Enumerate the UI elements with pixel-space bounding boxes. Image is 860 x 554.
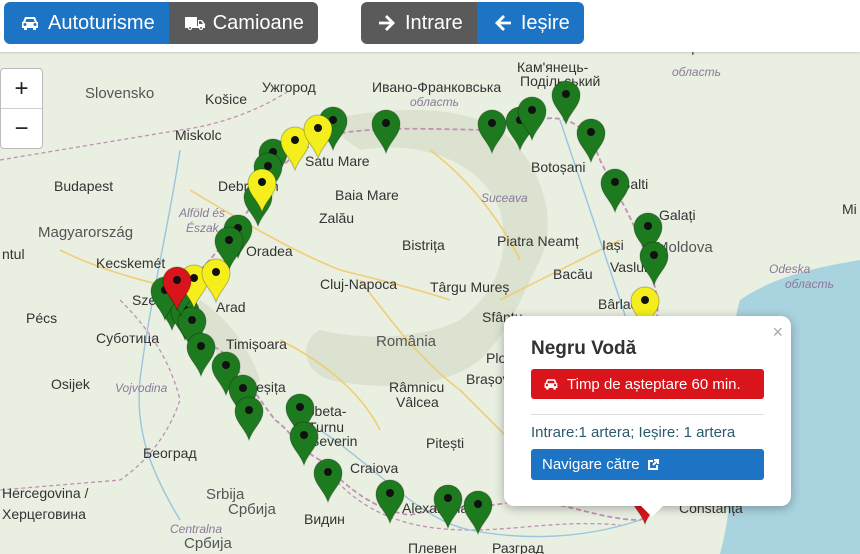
map-label: Pécs — [26, 310, 57, 326]
map-label: Bistrița — [402, 237, 445, 253]
zoom-in-button[interactable]: + — [1, 69, 42, 108]
map-label: Košice — [205, 91, 247, 107]
trucks-button[interactable]: Camioane — [168, 2, 318, 44]
map-label: Ивано-Франковська — [372, 79, 501, 95]
arrow-right-icon — [379, 15, 395, 31]
wait-time-badge: Timp de așteptare 60 min. — [531, 369, 764, 399]
map-label: Észak — [186, 220, 220, 235]
map-label: Субoтица — [96, 330, 159, 346]
map-label: Плевен — [408, 540, 457, 554]
map-label: Oradea — [246, 243, 293, 259]
map-label: Mi — [842, 201, 857, 217]
map-label: область — [785, 277, 834, 291]
map-label: Београд — [143, 445, 197, 461]
map-label: Râmnicu — [389, 379, 444, 395]
external-link-icon — [647, 458, 659, 470]
vehicle-toggle: Autoturisme Camioane — [4, 2, 318, 44]
map-label: Odeska — [769, 262, 811, 276]
map-label: Hercegovina / — [2, 485, 88, 501]
map-label: Vâlcea — [396, 394, 439, 410]
map-label: Osijek — [51, 376, 91, 392]
map-label: ntul — [2, 246, 25, 262]
zoom-control: + − — [0, 68, 43, 149]
map-label: Satu Mare — [305, 153, 370, 169]
close-icon[interactable]: × — [772, 322, 783, 343]
map-label: область — [410, 95, 459, 109]
map-label: область — [672, 65, 721, 79]
map-label: Galați — [659, 207, 696, 223]
entry-button[interactable]: Intrare — [361, 2, 477, 44]
car-icon — [544, 379, 558, 390]
map-label: Pitești — [426, 435, 464, 451]
zoom-out-button[interactable]: − — [1, 108, 42, 148]
map-label: Botoșani — [531, 159, 585, 175]
map-label: Miskolc — [175, 127, 222, 143]
map-label: Craiova — [350, 460, 398, 476]
truck-icon — [184, 17, 205, 30]
entry-label: Intrare — [405, 11, 463, 34]
map-label: Piatra Neamț — [497, 233, 579, 249]
map-label: Разград — [492, 540, 544, 554]
trucks-label: Camioane — [212, 11, 304, 34]
arrow-left-icon — [494, 15, 511, 31]
crossing-popup: × Negru Vodă Timp de așteptare 60 min. I… — [504, 316, 791, 517]
map-label: Iași — [602, 237, 624, 253]
navigate-label: Navigare către — [542, 456, 640, 473]
map-label: Suceava — [481, 191, 528, 205]
map-label: Timișoara — [226, 336, 287, 352]
map-label: Târgu Mureș — [430, 279, 509, 295]
lanes-info: Intrare:1 artera; Ieșire: 1 artera — [531, 424, 736, 441]
exit-label: Ieșire — [520, 11, 570, 34]
map-label: Slovensko — [85, 85, 154, 102]
navigate-button[interactable]: Navigare către — [531, 449, 764, 480]
cars-label: Autoturisme — [48, 11, 155, 34]
toolbar: Autoturisme Camioane Intrare Ieșire — [0, 0, 860, 52]
map-label: Magyarország — [38, 224, 133, 241]
cars-button[interactable]: Autoturisme — [4, 2, 169, 44]
map-label: Alföld és — [178, 206, 225, 220]
map-label: Србија — [228, 501, 276, 518]
map-label: Budapest — [54, 178, 113, 194]
map-label: Bacău — [553, 266, 593, 282]
map-label: Херцеговина — [2, 506, 86, 522]
map-label: Zalău — [319, 210, 354, 226]
wait-time-label: Timp de așteptare 60 min. — [567, 375, 741, 393]
map-label: România — [376, 333, 437, 350]
map-label: Видин — [304, 511, 345, 527]
popup-title: Negru Vodă — [531, 338, 637, 359]
map-label: Vojvodina — [115, 381, 168, 395]
map-label: Kecskemét — [96, 255, 165, 271]
map-label: Centralna — [170, 522, 222, 536]
map-label: Cluj-Napoca — [320, 276, 397, 292]
exit-button[interactable]: Ieșire — [476, 2, 584, 44]
map-label: Ужгород — [262, 79, 316, 95]
direction-toggle: Intrare Ieșire — [361, 2, 584, 44]
map-label: Baia Mare — [335, 187, 399, 203]
popup-divider — [531, 414, 764, 415]
map-label: Србија — [184, 535, 232, 552]
car-icon — [22, 17, 38, 30]
map-label: Arad — [216, 299, 246, 315]
